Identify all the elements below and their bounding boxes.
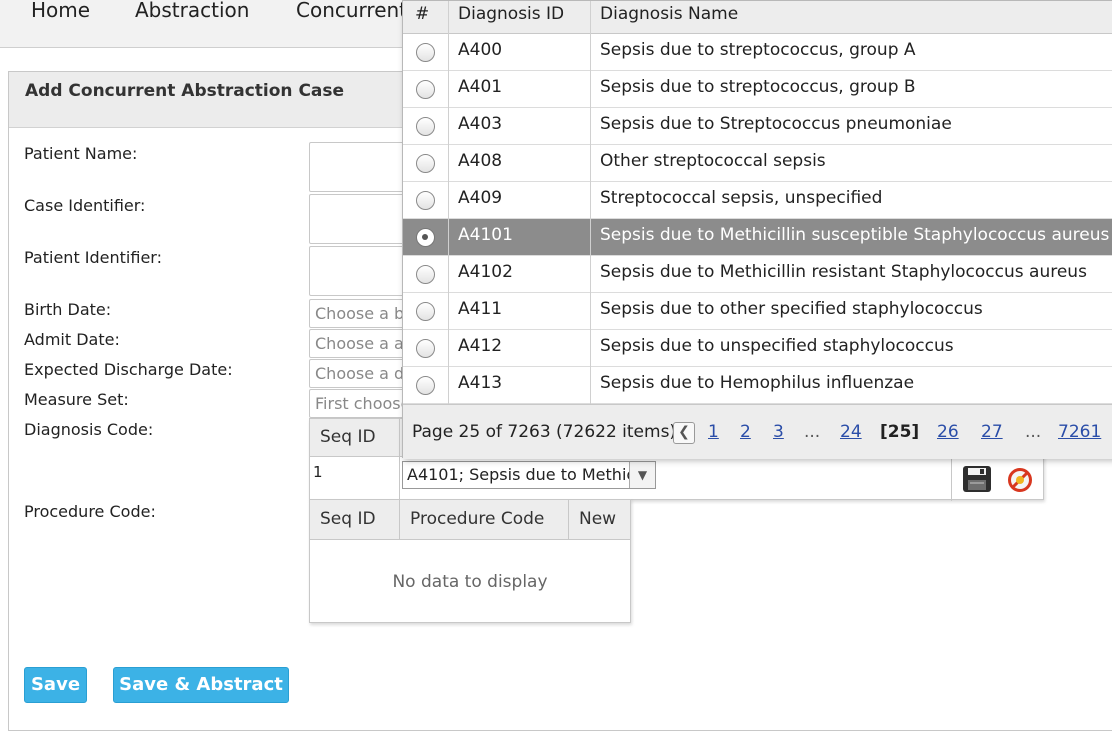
diagnosis-id: A403 (458, 114, 503, 134)
label-birth-date: Birth Date: (24, 300, 112, 319)
chevron-down-icon[interactable]: ▼ (629, 462, 655, 488)
diagnosis-name: Sepsis due to Streptococcus pneumoniae (600, 114, 952, 134)
diagnosis-name: Sepsis due to other specified staphyloco… (600, 299, 983, 319)
label-diagnosis-code: Diagnosis Code: (24, 420, 154, 439)
column-divider (399, 419, 400, 501)
floppy-disk-icon[interactable] (962, 465, 992, 493)
pager-page-link[interactable]: 27 (981, 422, 1003, 442)
dropdown-row[interactable]: A411 Sepsis due to other specified staphy… (403, 293, 1112, 330)
pager-page-link[interactable]: 3 (773, 422, 784, 442)
dropdown-name-header: Diagnosis Name (600, 4, 739, 24)
radio-icon[interactable] (416, 339, 435, 358)
label-patient-name: Patient Name: (24, 144, 138, 163)
dropdown-row[interactable]: A413 Sepsis due to Hemophilus influenzae (403, 367, 1112, 404)
diagnosis-id: A408 (458, 151, 503, 171)
new-procedure-link[interactable]: New (579, 509, 616, 529)
radio-icon[interactable] (416, 80, 435, 99)
diagnosis-id: A413 (458, 373, 503, 393)
label-patient-identifier: Patient Identifier: (24, 248, 162, 267)
diagnosis-name: Sepsis due to streptococcus, group A (600, 40, 916, 60)
pager-current-page: [25] (880, 422, 920, 442)
cancel-icon[interactable] (1007, 467, 1033, 493)
save-button[interactable]: Save (24, 667, 87, 703)
diagnosis-id: A4101 (458, 225, 513, 245)
nav-concurrent[interactable]: Concurrent (296, 0, 407, 24)
dropdown-num-header: # (415, 4, 430, 24)
dropdown-row[interactable]: A408 Other streptococcal sepsis (403, 145, 1112, 182)
diagnosis-id: A409 (458, 188, 503, 208)
dropdown-row[interactable]: A412 Sepsis due to unspecified staphyloco… (403, 330, 1112, 367)
dropdown-row[interactable]: A401 Sepsis due to streptococcus, group B (403, 71, 1112, 108)
dropdown-row[interactable]: A409 Streptococcal sepsis, unspecified (403, 182, 1112, 219)
radio-icon[interactable] (416, 191, 435, 210)
diagnosis-id: A4102 (458, 262, 513, 282)
radio-icon[interactable] (416, 302, 435, 321)
column-divider (568, 500, 569, 540)
radio-icon[interactable] (416, 154, 435, 173)
radio-icon[interactable] (416, 43, 435, 62)
label-procedure-code: Procedure Code: (24, 502, 156, 521)
dropdown-pager: Page 25 of 7263 (72622 items) ❮ 1 2 3... 24… (403, 404, 1112, 459)
empty-message: No data to display (392, 572, 548, 592)
diagnosis-name: Sepsis due to Methicillin resistant Stap… (600, 262, 1087, 282)
diagnosis-id: A401 (458, 77, 503, 97)
radio-icon[interactable] (416, 228, 435, 247)
procedure-seq-header: Seq ID (320, 509, 376, 529)
nav-home[interactable]: Home (31, 0, 90, 24)
dropdown-row[interactable]: A400 Sepsis due to streptococcus, group A (403, 34, 1112, 71)
pager-ellipsis: ... (804, 422, 821, 442)
chevron-left-icon[interactable]: ❮ (673, 422, 695, 444)
radio-icon[interactable] (416, 265, 435, 284)
diagnosis-name: Sepsis due to unspecified staphylococcus (600, 336, 954, 356)
diagnosis-id: A400 (458, 40, 503, 60)
diagnosis-name: Streptococcal sepsis, unspecified (600, 188, 883, 208)
diagnosis-dropdown: # Diagnosis ID Diagnosis Name A400 Sepsis… (402, 0, 1112, 459)
dropdown-row[interactable]: A4102 Sepsis due to Methicillin resistant… (403, 256, 1112, 293)
pager-summary: Page 25 of 7263 (72622 items) (412, 422, 677, 442)
procedure-code-header: Procedure Code (410, 509, 545, 529)
diagnosis-name: Sepsis due to streptococcus, group B (600, 77, 916, 97)
procedure-grid-header: Seq ID Procedure Code New (310, 500, 630, 540)
dropdown-header: # Diagnosis ID Diagnosis Name (403, 1, 1112, 34)
diagnosis-code-combobox[interactable]: A4101; Sepsis due to Methicillin suscept… (402, 461, 656, 489)
dropdown-id-header: Diagnosis ID (458, 4, 565, 24)
label-case-identifier: Case Identifier: (24, 196, 146, 215)
label-measure-set: Measure Set: (24, 390, 129, 409)
panel-title: Add Concurrent Abstraction Case (25, 81, 345, 101)
label-expected-discharge-date: Expected Discharge Date: (24, 360, 233, 379)
nav-abstraction[interactable]: Abstraction (135, 0, 249, 24)
column-divider (951, 457, 952, 501)
diagnosis-name: Sepsis due to Methicillin susceptible St… (600, 225, 1110, 245)
diagnosis-id: A412 (458, 336, 503, 356)
diagnosis-seq-header: Seq ID (320, 427, 376, 447)
dropdown-row[interactable]: A403 Sepsis due to Streptococcus pneumoni… (403, 108, 1112, 145)
diagnosis-name: Other streptococcal sepsis (600, 151, 826, 171)
save-and-abstract-button[interactable]: Save & Abstract (113, 667, 289, 703)
procedure-grid: Seq ID Procedure Code New No data to dis… (309, 499, 631, 623)
dropdown-row[interactable]: A4101 Sepsis due to Methicillin susceptib… (403, 219, 1112, 256)
diagnosis-row-seq: 1 (313, 463, 323, 481)
pager-page-link[interactable]: 7261 (1058, 422, 1101, 442)
column-divider (448, 1, 449, 404)
label-admit-date: Admit Date: (24, 330, 120, 349)
diagnosis-name: Sepsis due to Hemophilus influenzae (600, 373, 915, 393)
pager-ellipsis: ... (1025, 422, 1042, 442)
diagnosis-id: A411 (458, 299, 503, 319)
column-divider (399, 500, 400, 540)
pager-page-link[interactable]: 2 (740, 422, 751, 442)
pager-page-link[interactable]: 1 (708, 422, 719, 442)
pager-page-link[interactable]: 26 (937, 422, 959, 442)
column-divider (590, 1, 591, 404)
pager-page-link[interactable]: 24 (840, 422, 862, 442)
radio-icon[interactable] (416, 117, 435, 136)
radio-icon[interactable] (416, 376, 435, 395)
